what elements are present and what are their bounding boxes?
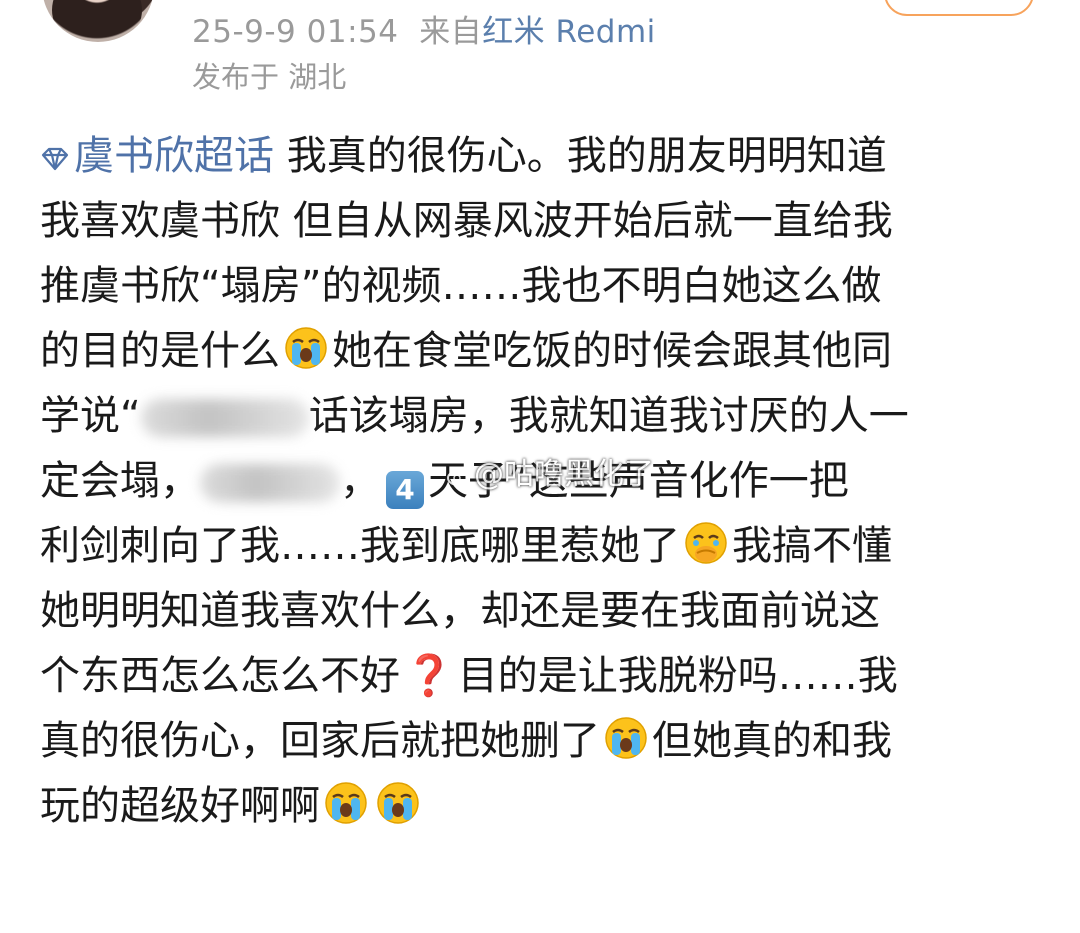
post-line: ， bbox=[340, 458, 380, 504]
post-line: 定会塌， bbox=[40, 458, 200, 504]
device-link[interactable]: 红米 Redmi bbox=[482, 14, 656, 50]
diamond-topic-icon bbox=[41, 147, 69, 171]
post-line: 个东西怎么怎么不好 bbox=[40, 653, 400, 699]
loudly-crying-face-icon bbox=[605, 717, 647, 759]
post-line: 利剑刺向了我……我到底哪里惹她了 bbox=[40, 523, 680, 569]
watermark-text: @咕噜黑化了 bbox=[474, 457, 654, 492]
post-line: 玩的超级好啊啊 bbox=[40, 783, 320, 829]
post-line: 真的很伤心，回家后就把她删了 bbox=[40, 718, 600, 764]
post-line: 但她真的和我 bbox=[652, 718, 892, 764]
red-question-mark-icon: ❓ bbox=[404, 653, 454, 699]
post-line: 我搞不懂 bbox=[732, 523, 892, 569]
keycap-digit-four-icon: 4 bbox=[386, 471, 424, 509]
loudly-crying-face-icon bbox=[377, 782, 419, 824]
topic-name: 虞书欣超话 bbox=[74, 133, 274, 179]
loudly-crying-face-icon bbox=[285, 327, 327, 369]
loudly-crying-face-icon bbox=[325, 782, 367, 824]
post-line: 话该塌房，我就知道我讨厌的人一 bbox=[308, 393, 909, 439]
location: 发布于 湖北 bbox=[192, 60, 347, 94]
post-meta: 25-9-9 01:54 来自红米 Redmi bbox=[192, 6, 656, 51]
avatar[interactable] bbox=[42, 0, 154, 42]
follow-button[interactable] bbox=[884, 0, 1034, 16]
topic-link[interactable]: 虞书欣超话 bbox=[40, 133, 274, 179]
weibo-logo-icon bbox=[447, 466, 473, 486]
timestamp: 25-9-9 01:54 bbox=[192, 14, 399, 50]
post-line: 推虞书欣“塌房”的视频……我也不明白她这么做 bbox=[40, 263, 882, 309]
post-line: 学说“ bbox=[40, 393, 141, 439]
post-line: 她明明知道我喜欢什么，却还是要在我面前说这 bbox=[40, 588, 880, 634]
blurred-text bbox=[140, 399, 309, 437]
post-line: 目的是让我脱粉吗……我 bbox=[457, 653, 898, 699]
blurred-text bbox=[200, 464, 340, 502]
post-line: 的目的是什么 bbox=[40, 328, 280, 374]
source-prefix: 来自 bbox=[419, 14, 483, 50]
watermark: @咕噜黑化了 bbox=[446, 449, 654, 493]
post-line: 我喜欢虞书欣 但自从网暴风波开始后就一直给我 bbox=[40, 198, 893, 244]
post-line: 她在食堂吃饭的时候会跟其他同 bbox=[332, 328, 892, 374]
face-holding-back-tears-icon bbox=[685, 522, 727, 564]
post-line: 我真的很伤心。我的朋友明明知道 bbox=[286, 133, 887, 179]
